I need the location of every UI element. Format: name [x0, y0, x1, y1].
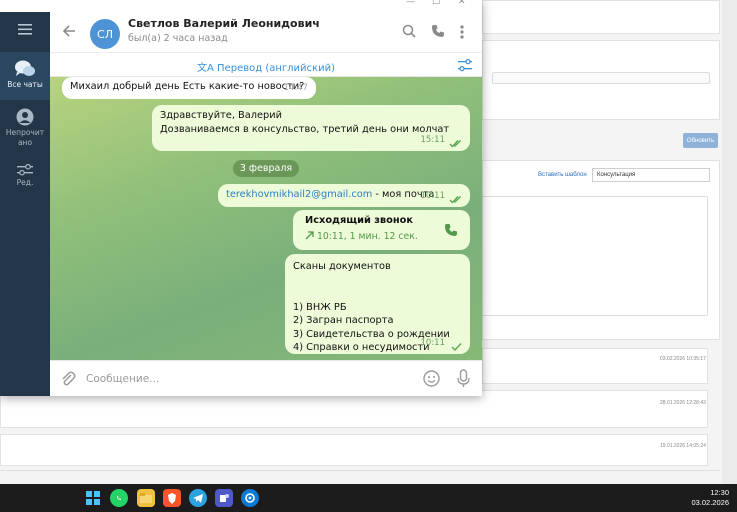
date-separator: 3 февраля [233, 160, 299, 177]
browser-icon[interactable] [241, 489, 259, 507]
message-title: Сканы документов [293, 261, 391, 272]
avatar[interactable]: СЛ [90, 19, 120, 49]
message-text: Михаил добрый день Есть какие-то новости… [70, 81, 305, 92]
sidebar-item-edit[interactable]: Ред. [0, 162, 50, 202]
telegram-taskbar-icon[interactable] [189, 489, 207, 507]
message-time: 10:11 [420, 337, 446, 348]
insert-template-link[interactable]: Вставить шаблон [538, 172, 587, 178]
window-controls: — ☐ ✕ [392, 0, 482, 11]
bg-divider [0, 470, 720, 471]
search-icon[interactable] [402, 24, 416, 38]
windows-start-icon[interactable] [84, 489, 102, 507]
emoji-icon[interactable] [423, 370, 440, 387]
message-time: 15:11 [420, 134, 446, 145]
double-check-icon [449, 196, 461, 204]
person-icon [16, 108, 34, 126]
sidebar-item-label: Непрочитано [5, 128, 45, 147]
bg-input-field[interactable] [492, 72, 710, 84]
phone-call-icon[interactable] [431, 24, 445, 38]
hamburger-menu-icon [18, 24, 32, 35]
sidebar-item-all-chats[interactable]: Все чаты [0, 52, 50, 100]
minimize-icon[interactable]: — [406, 0, 415, 7]
bg-editor-area[interactable] [482, 196, 708, 316]
back-arrow-icon[interactable] [62, 24, 76, 38]
translate-bar: 文A Перевод (английский) [50, 52, 482, 77]
message-input[interactable] [86, 370, 386, 388]
translate-icon: 文A [197, 63, 214, 74]
maximize-icon[interactable]: ☐ [432, 0, 440, 7]
call-message[interactable]: Исходящий звонок 10:11, 1 мин. 12 сек. [293, 210, 470, 250]
message-outgoing[interactable]: Здравствуйте, Валерий Дозваниваемся в ко… [152, 105, 470, 151]
clock-date: 03.02.2026 [691, 498, 729, 507]
contact-status: был(а) 2 часа назад [128, 33, 228, 44]
double-check-icon [449, 140, 461, 148]
teams-icon[interactable] [215, 489, 233, 507]
telegram-window: — ☐ ✕ Все чаты Непрочитано Ред. СЛ Светл… [0, 0, 482, 396]
clock-time: 12:30 [710, 488, 729, 497]
more-options-icon[interactable] [460, 25, 464, 39]
chats-bubble-icon [15, 60, 35, 76]
microphone-icon[interactable] [457, 369, 470, 388]
message-time: 10:11 [420, 190, 446, 201]
phone-icon[interactable] [444, 223, 458, 237]
history-timestamp-3: 19.01.2026 14:05:24 [660, 443, 706, 449]
sidebar-menu-button[interactable] [0, 12, 50, 52]
file-explorer-icon[interactable] [137, 489, 155, 507]
bg-panel-top [482, 0, 720, 34]
translate-button[interactable]: 文A Перевод (английский) [50, 59, 482, 74]
check-icon [451, 343, 462, 351]
sliders-icon [17, 164, 33, 176]
message-outgoing[interactable]: terekhovmikhail2@gmail.com - моя почта 1… [218, 184, 470, 207]
history-timestamp-2: 28.01.2026 12:28:43 [660, 400, 706, 406]
call-title: Исходящий звонок [305, 215, 414, 226]
translate-label: Перевод (английский) [217, 63, 335, 74]
email-link[interactable]: terekhovmikhail2@gmail.com [226, 189, 372, 200]
message-list[interactable]: Михаил добрый день Есть какие-то новости… [50, 77, 482, 360]
bg-scrollbar[interactable] [722, 0, 737, 484]
message-line: Дозваниваемся в консульство, третий день… [160, 123, 450, 135]
message-incoming[interactable]: Михаил добрый день Есть какие-то новости… [62, 77, 316, 99]
message-composer [50, 360, 482, 396]
refresh-button[interactable]: Обновить [683, 133, 718, 148]
outgoing-call-arrow-icon [305, 230, 314, 239]
template-select[interactable]: Консультация [592, 168, 710, 182]
paperclip-icon[interactable] [60, 371, 76, 387]
chat-header: СЛ Светлов Валерий Леонидович был(а) 2 ч… [50, 12, 482, 52]
history-timestamp-1: 03.02.2026 10:35:17 [660, 356, 706, 362]
message-outgoing[interactable]: Сканы документов 1) ВНЖ РБ 2) Загран пас… [285, 254, 470, 354]
contact-name[interactable]: Светлов Валерий Леонидович [128, 17, 320, 30]
brave-browser-icon[interactable] [163, 489, 181, 507]
whatsapp-icon[interactable] [110, 489, 128, 507]
call-detail: 10:11, 1 мин. 12 сек. [316, 230, 418, 242]
bg-history-row-3 [0, 434, 708, 466]
message-line: Здравствуйте, Валерий [160, 110, 283, 121]
translate-settings-icon[interactable] [458, 58, 472, 72]
sidebar-item-label: Все чаты [7, 80, 43, 89]
message-time: 14:47 [283, 82, 309, 93]
sidebar-item-unread[interactable]: Непрочитано [0, 104, 50, 156]
taskbar: 12:30 03.02.2026 [0, 484, 737, 512]
bg-history-row-1 [482, 348, 708, 384]
sidebar-item-label: Ред. [16, 178, 34, 187]
close-window-icon[interactable]: ✕ [458, 0, 466, 7]
taskbar-clock[interactable]: 12:30 03.02.2026 [691, 488, 729, 508]
folders-sidebar: Все чаты Непрочитано Ред. [0, 12, 50, 396]
message-line: 1) ВНЖ РБ [293, 301, 347, 313]
message-line: 2) Загран паспорта [293, 315, 394, 326]
